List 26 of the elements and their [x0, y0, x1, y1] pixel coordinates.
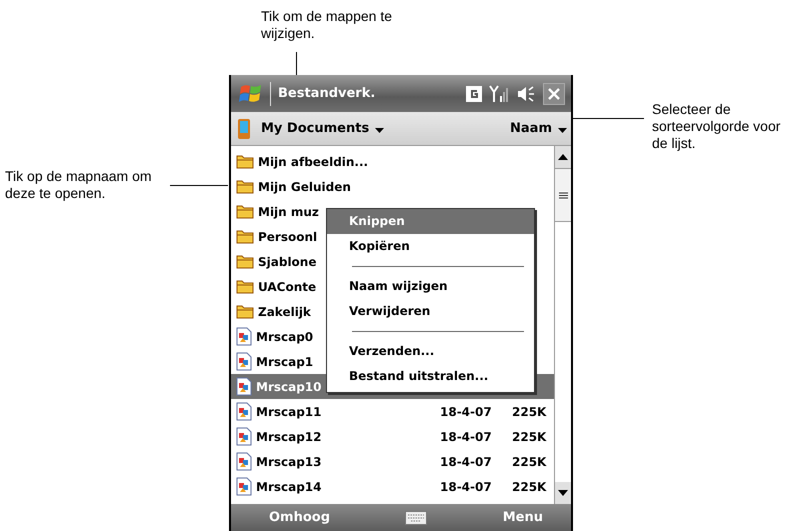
file-date: 18-4-07 — [440, 480, 493, 494]
file-name: Mrscap11 — [256, 404, 322, 418]
callout-text: Tik om de mappen te wijzigen. — [261, 8, 393, 42]
callout-text: Tik op de mapnaam om deze te openen. — [5, 168, 153, 202]
file-date: 18-4-07 — [440, 430, 493, 444]
file-name: Mijn muz — [258, 204, 319, 218]
file-name: Persoonl — [258, 230, 318, 244]
file-size: 225K — [512, 454, 548, 468]
file-name: Mrscap1 — [256, 354, 314, 368]
file-size: 225K — [512, 480, 548, 494]
file-name: Mrscap0 — [256, 330, 314, 344]
file-name: Sjablone — [258, 254, 316, 268]
file-name: Mijn Geluiden — [258, 180, 351, 194]
file-name: UAConte — [258, 280, 316, 294]
callout-text: Selecteer de sorteervolgorde voor de lijst. — [652, 101, 782, 152]
file-date: 18-4-07 — [440, 454, 493, 468]
file-name: Mrscap14 — [256, 480, 322, 494]
file-name: Mrscap13 — [256, 454, 322, 468]
file-name: Mrscap10 — [256, 380, 322, 394]
window-title: Bestandverk. — [278, 86, 376, 101]
file-date: 18-4-07 — [440, 404, 493, 418]
file-name: Mijn afbeeldin... — [258, 154, 368, 168]
file-name: Zakelijk — [258, 304, 311, 318]
file-name: Mrscap12 — [256, 430, 322, 444]
file-size: 225K — [512, 404, 548, 418]
file-size: 225K — [512, 430, 548, 444]
